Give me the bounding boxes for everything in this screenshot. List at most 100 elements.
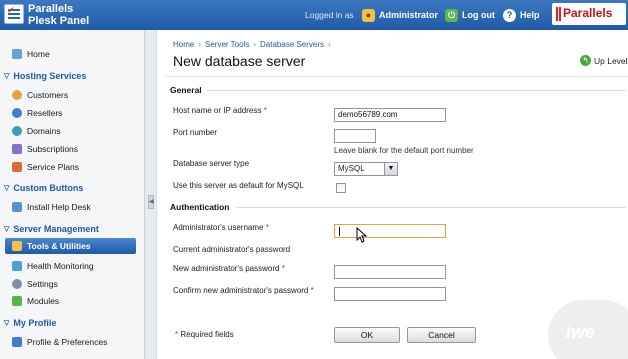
sidebar-item-profile-preferences[interactable]: Profile & Preferences [12, 335, 107, 349]
host-label: Host name or IP address * [173, 106, 267, 115]
required-star: * [175, 330, 179, 339]
sidebar-item-home[interactable]: Home [12, 47, 50, 61]
breadcrumb: Home › Server Tools › Database Servers › [173, 40, 331, 49]
modules-icon [12, 296, 22, 306]
service-plans-icon [12, 162, 22, 172]
sidebar-splitter[interactable]: ◀ [145, 30, 157, 359]
help-link[interactable]: ? Help [503, 7, 540, 23]
section-title: Hosting Services [13, 71, 87, 81]
up-level-icon: ↰ [580, 55, 591, 66]
server-type-label: Database server type [173, 159, 250, 168]
sidebar-item-label: Home [27, 49, 50, 59]
port-input[interactable] [334, 129, 376, 143]
host-input[interactable]: demo56789.com [334, 108, 446, 122]
brand-title: Parallels Plesk Panel [28, 3, 89, 27]
parallels-logo: Parallels [552, 3, 626, 25]
required-star: * [263, 106, 267, 115]
general-section-title: General [170, 85, 202, 95]
sidebar-item-label: Tools & Utilities [27, 241, 91, 251]
sidebar: Home ▽ Hosting Services Customers Resell… [0, 30, 145, 359]
sidebar-item-label: Settings [27, 279, 58, 289]
new-password-input[interactable] [334, 265, 446, 279]
section-hosting-services[interactable]: ▽ Hosting Services [4, 71, 86, 81]
required-star: * [310, 286, 314, 295]
sidebar-item-label: Subscriptions [27, 144, 79, 154]
sidebar-item-label: Domains [27, 126, 61, 136]
sidebar-item-resellers[interactable]: Resellers [12, 106, 62, 120]
sidebar-item-label: Customers [27, 90, 69, 100]
required-star: * [281, 264, 285, 273]
general-section-line [206, 90, 626, 91]
section-title: Server Management [13, 224, 99, 234]
cancel-button[interactable]: Cancel [407, 327, 476, 343]
breadcrumb-home[interactable]: Home [173, 40, 194, 49]
sidebar-item-subscriptions[interactable]: Subscriptions [12, 142, 78, 156]
user-menu-link[interactable]: ● Administrator [362, 7, 438, 23]
confirm-password-label-text: Confirm new administrator's password [173, 286, 309, 295]
server-type-select[interactable]: MySQL ▼ [334, 162, 398, 176]
sidebar-item-settings[interactable]: Settings [12, 277, 58, 291]
help-desk-icon [12, 202, 22, 212]
sidebar-item-label: Modules [27, 296, 60, 306]
collapse-triangle-icon: ▽ [4, 73, 10, 80]
section-server-management[interactable]: ▽ Server Management [4, 224, 99, 234]
server-type-value: MySQL [338, 164, 365, 173]
confirm-password-input[interactable] [334, 287, 446, 301]
default-server-checkbox[interactable] [336, 183, 346, 193]
user-icon: ● [362, 8, 375, 22]
sidebar-item-label: Resellers [27, 108, 63, 118]
required-note-text: Required fields [180, 330, 234, 339]
logout-link[interactable]: ⏻ Log out [445, 7, 495, 23]
home-icon [12, 49, 22, 59]
section-my-profile[interactable]: ▽ My Profile [4, 318, 56, 328]
authentication-section-title: Authentication [170, 202, 230, 212]
sidebar-item-health-monitoring[interactable]: Health Monitoring [12, 259, 94, 273]
chevron-down-icon: ▼ [384, 163, 397, 175]
profile-icon [12, 337, 22, 347]
help-icon: ? [503, 8, 516, 22]
collapse-sidebar-icon[interactable]: ◀ [148, 195, 154, 209]
required-star: * [265, 223, 269, 232]
sidebar-item-tools-utilities[interactable]: Tools & Utilities [12, 239, 91, 253]
plesk-logo-icon [4, 4, 24, 24]
breadcrumb-server-tools[interactable]: Server Tools [205, 40, 249, 49]
sidebar-item-label: Install Help Desk [27, 202, 91, 212]
sidebar-item-service-plans[interactable]: Service Plans [12, 160, 79, 174]
collapse-triangle-icon: ▽ [4, 320, 10, 327]
resellers-icon [12, 108, 22, 118]
sidebar-item-install-help-desk[interactable]: Install Help Desk [12, 200, 91, 214]
port-label: Port number [173, 128, 218, 137]
tools-icon [12, 241, 22, 251]
sidebar-item-label: Profile & Preferences [27, 337, 108, 347]
watermark-logo: iwe [548, 300, 628, 359]
confirm-password-label: Confirm new administrator's password * [173, 286, 314, 295]
subscriptions-icon [12, 144, 22, 154]
logout-label: Log out [462, 10, 495, 20]
collapse-triangle-icon: ▽ [4, 185, 10, 192]
section-custom-buttons[interactable]: ▽ Custom Buttons [4, 183, 83, 193]
parallels-logo-text: Parallels [563, 6, 613, 20]
admin-username-input[interactable] [334, 224, 446, 238]
logged-in-label: Logged in as [305, 10, 354, 20]
customers-icon [12, 90, 22, 100]
sidebar-item-domains[interactable]: Domains [12, 124, 61, 138]
admin-username-label-text: Administrator's username [173, 223, 264, 232]
host-label-text: Host name or IP address [173, 106, 262, 115]
required-fields-note: * Required fields [175, 330, 234, 339]
current-password-label: Current administrator's password [173, 245, 291, 254]
ok-button[interactable]: OK [334, 327, 400, 343]
new-password-label-text: New administrator's password [173, 264, 280, 273]
sidebar-item-customers[interactable]: Customers [12, 88, 68, 102]
port-hint: Leave blank for the default port number [334, 146, 474, 155]
sidebar-item-modules[interactable]: Modules [12, 294, 59, 308]
sidebar-item-label: Health Monitoring [27, 261, 94, 271]
top-header: Parallels Plesk Panel Logged in as ● Adm… [0, 0, 628, 30]
up-level-link[interactable]: ↰ Up Level [580, 55, 628, 66]
health-monitoring-icon [12, 261, 22, 271]
breadcrumb-database-servers[interactable]: Database Servers [260, 40, 324, 49]
help-label: Help [520, 10, 540, 20]
page-title: New database server [173, 53, 306, 69]
up-level-label: Up Level [594, 55, 628, 66]
breadcrumb-separator: › [253, 40, 257, 49]
brand-line-2: Plesk Panel [28, 15, 90, 27]
